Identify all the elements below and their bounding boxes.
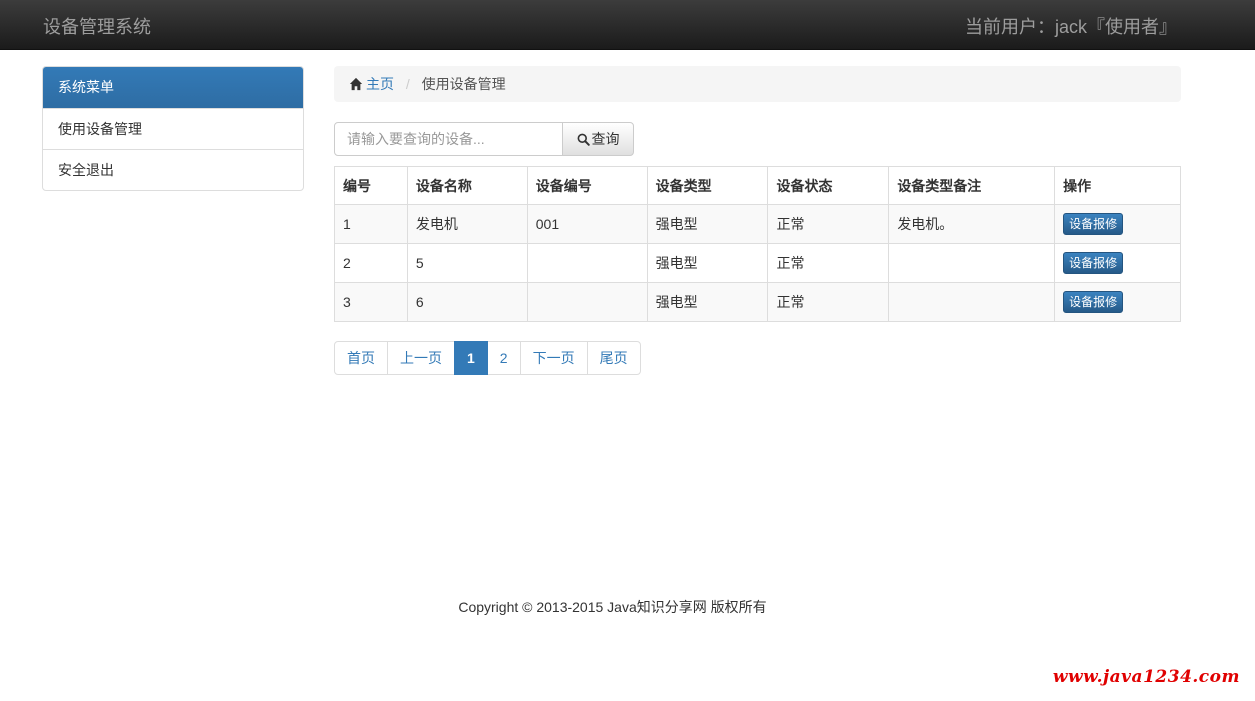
site-watermark: www.java1234.com bbox=[1052, 667, 1240, 687]
cell-remark: 发电机。 bbox=[888, 204, 1056, 244]
cell-id: 3 bbox=[334, 282, 408, 322]
sidebar-item-logout[interactable]: 安全退出 bbox=[43, 149, 303, 190]
column-header-name: 设备名称 bbox=[406, 166, 528, 205]
search-icon bbox=[577, 133, 590, 146]
table-row: 1 发电机 001 强电型 正常 发电机。 设备报修 bbox=[334, 204, 1181, 244]
column-header-code: 设备编号 bbox=[526, 166, 648, 205]
cell-name: 6 bbox=[406, 282, 528, 322]
repair-button[interactable]: 设备报修 bbox=[1063, 213, 1124, 235]
cell-name: 5 bbox=[406, 243, 528, 283]
search-input[interactable] bbox=[334, 122, 563, 156]
cell-code bbox=[526, 282, 648, 322]
breadcrumb-separator: / bbox=[405, 76, 410, 92]
cell-type: 强电型 bbox=[646, 204, 769, 244]
repair-button[interactable]: 设备报修 bbox=[1063, 252, 1124, 274]
search-button-label: 查询 bbox=[591, 131, 620, 147]
breadcrumb: 主页 / 使用设备管理 bbox=[334, 66, 1181, 102]
column-header-type: 设备类型 bbox=[646, 166, 769, 205]
cell-action: 设备报修 bbox=[1054, 282, 1181, 322]
search-button[interactable]: 查询 bbox=[562, 122, 634, 156]
page-first[interactable]: 首页 bbox=[334, 341, 388, 375]
sidebar-menu: 系统菜单 使用设备管理 安全退出 bbox=[42, 66, 304, 191]
cell-remark bbox=[888, 282, 1056, 322]
breadcrumb-home-link[interactable]: 主页 bbox=[349, 76, 398, 92]
pagination: 首页 上一页 1 2 下一页 尾页 bbox=[334, 341, 641, 375]
cell-status: 正常 bbox=[767, 282, 890, 322]
page-last[interactable]: 尾页 bbox=[586, 341, 641, 375]
cell-type: 强电型 bbox=[646, 243, 769, 283]
cell-remark bbox=[888, 243, 1056, 283]
repair-button[interactable]: 设备报修 bbox=[1063, 291, 1124, 313]
cell-status: 正常 bbox=[767, 204, 890, 244]
page-next[interactable]: 下一页 bbox=[519, 341, 588, 375]
top-navbar: 设备管理系统 当前用户：jack『使用者』 bbox=[0, 0, 1255, 50]
footer-copyright: Copyright © 2013-2015 Java知识分享网 版权所有 bbox=[458, 599, 767, 615]
current-user-role: 『使用者』 bbox=[1087, 17, 1177, 37]
cell-code bbox=[526, 243, 648, 283]
cell-type: 强电型 bbox=[646, 282, 769, 322]
page-number-1[interactable]: 1 bbox=[454, 341, 488, 375]
column-header-id: 编号 bbox=[334, 166, 408, 205]
column-header-remark: 设备类型备注 bbox=[888, 166, 1056, 205]
cell-id: 2 bbox=[334, 243, 408, 283]
table-header-row: 编号 设备名称 设备编号 设备类型 设备状态 设备类型备注 操作 bbox=[334, 166, 1181, 205]
column-header-status: 设备状态 bbox=[767, 166, 890, 205]
footer: Copyright © 2013-2015 Java知识分享网 版权所有 bbox=[0, 597, 1255, 617]
home-icon bbox=[349, 77, 363, 91]
cell-action: 设备报修 bbox=[1054, 243, 1181, 283]
sidebar-title: 系统菜单 bbox=[43, 67, 303, 108]
page-prev[interactable]: 上一页 bbox=[387, 341, 455, 375]
page-number-2[interactable]: 2 bbox=[486, 341, 521, 375]
current-user-label: 当前用户： bbox=[964, 17, 1055, 37]
sidebar-item-device-management[interactable]: 使用设备管理 bbox=[43, 108, 303, 149]
breadcrumb-home-label: 主页 bbox=[366, 76, 394, 92]
cell-code: 001 bbox=[526, 204, 648, 244]
device-table: 编号 设备名称 设备编号 设备类型 设备状态 设备类型备注 操作 1 发电机 0… bbox=[334, 166, 1181, 322]
app-brand[interactable]: 设备管理系统 bbox=[43, 13, 151, 39]
current-user-name: jack bbox=[1054, 17, 1087, 37]
column-header-action: 操作 bbox=[1054, 166, 1181, 205]
breadcrumb-current: 使用设备管理 bbox=[421, 76, 506, 92]
cell-action: 设备报修 bbox=[1054, 204, 1181, 244]
cell-id: 1 bbox=[334, 204, 408, 244]
table-row: 3 6 强电型 正常 设备报修 bbox=[334, 282, 1181, 322]
table-row: 2 5 强电型 正常 设备报修 bbox=[334, 243, 1181, 283]
cell-name: 发电机 bbox=[406, 204, 528, 244]
current-user-info: 当前用户：jack『使用者』 bbox=[965, 13, 1177, 39]
cell-status: 正常 bbox=[767, 243, 890, 283]
